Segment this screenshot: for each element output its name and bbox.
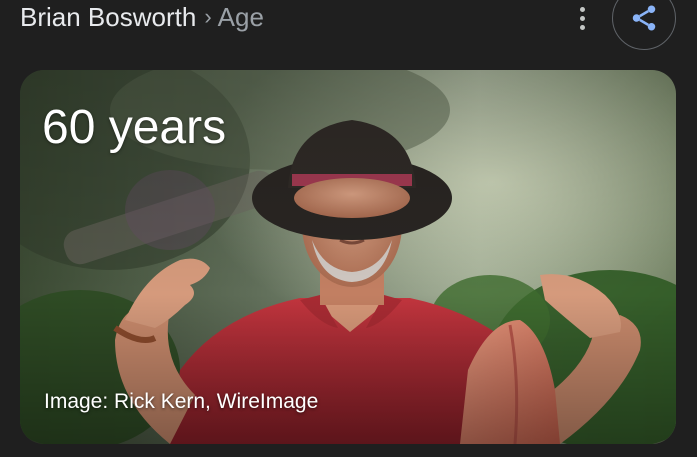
more-vert-icon — [579, 6, 585, 12]
more-options-button[interactable] — [568, 2, 596, 34]
breadcrumb: Brian Bosworth › Age — [20, 1, 264, 33]
attribute-label: Age — [217, 1, 264, 32]
share-button[interactable] — [612, 0, 676, 50]
image-credit: Image: Rick Kern, WireImage — [44, 390, 319, 413]
share-icon — [632, 5, 656, 31]
result-header: Brian Bosworth › Age — [0, 0, 697, 50]
entity-name-link[interactable]: Brian Bosworth — [20, 2, 196, 33]
age-value: 60 years — [42, 101, 227, 154]
age-image-card[interactable]: 60 years Image: Rick Kern, WireImage — [20, 70, 676, 444]
breadcrumb-separator: › — [204, 4, 212, 29]
